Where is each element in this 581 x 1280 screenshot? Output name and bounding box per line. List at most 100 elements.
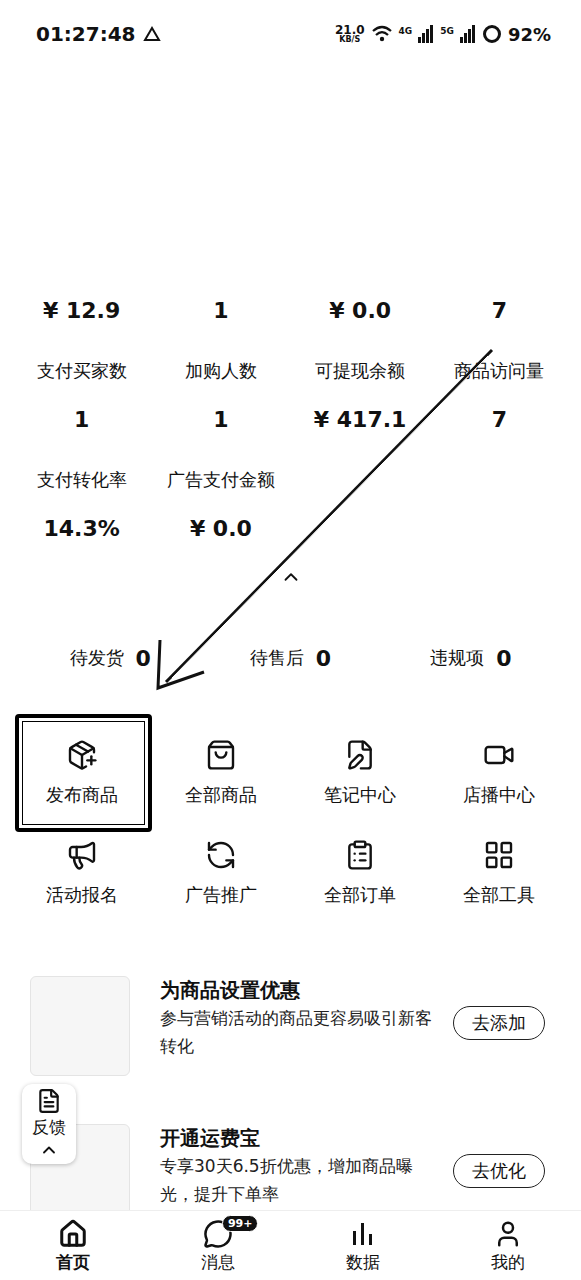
stat-cell[interactable]: ¥ 0.0: [291, 296, 430, 326]
stat-value: ¥ 0.0: [329, 296, 391, 326]
stat-value: 1: [213, 296, 228, 326]
card-button[interactable]: 去添加: [453, 1006, 545, 1040]
app-notification-icon: [142, 25, 162, 43]
stat-cell[interactable]: 7: [430, 296, 569, 326]
signal-icon: [460, 25, 476, 43]
stat-cell[interactable]: 广告支付金额 ¥ 0.0: [151, 468, 290, 544]
stat-label: 加购人数: [185, 359, 257, 383]
tool-item[interactable]: 活动报名: [12, 828, 151, 928]
tool-item[interactable]: 店播中心: [430, 728, 569, 828]
tool-icon: [204, 838, 238, 872]
tool-icon: [65, 838, 99, 872]
collapse-button[interactable]: [0, 566, 581, 588]
tool-label: 广告推广: [185, 882, 257, 908]
tool-icon: [482, 738, 516, 772]
tool-label: 店播中心: [463, 782, 535, 808]
tool-item[interactable]: 笔记中心: [291, 728, 430, 828]
card-body: 开通运费宝专享30天6.5折优惠，增加商品曝光，提升下单率去优化: [160, 1124, 545, 1208]
bottom-nav: 首页 消息99+数据我的: [0, 1210, 581, 1280]
pending-count: 0: [316, 646, 331, 671]
tool-item[interactable]: 全部商品: [151, 728, 290, 828]
chevron-up-icon: [280, 566, 302, 588]
pending-item[interactable]: 待发货 0: [20, 644, 200, 672]
stat-value: ¥ 12.9: [43, 296, 120, 326]
status-right: 21.0KB/S 4G 5G 92%: [335, 24, 551, 45]
tool-label: 活动报名: [46, 882, 118, 908]
network-5g: 5G: [440, 26, 454, 36]
pending-item[interactable]: 待售后 0: [200, 644, 380, 672]
tool-label: 全部订单: [324, 882, 396, 908]
pending-count: 0: [136, 646, 151, 671]
nav-item[interactable]: 数据: [291, 1211, 436, 1280]
stat-value: ¥ 417.1: [314, 405, 407, 435]
pending-label: 待售后: [250, 646, 304, 670]
pending-row: 待发货0待售后0违规项0: [0, 644, 581, 672]
tool-icon: [343, 738, 377, 772]
nav-label: 首页: [56, 1251, 90, 1273]
status-time: 01:27:48: [36, 22, 136, 46]
feedback-label: 反馈: [32, 1116, 66, 1138]
card-title: 为商品设置优惠: [160, 976, 545, 1004]
status-bar: 01:27:48 21.0KB/S 4G 5G 92%: [0, 0, 581, 68]
tool-item[interactable]: 全部订单: [291, 828, 430, 928]
stat-label: 广告支付金额: [167, 468, 275, 492]
tool-icon: [204, 738, 238, 772]
stat-cell[interactable]: 商品访问量7: [430, 359, 569, 435]
merchant-home: 01:27:48 21.0KB/S 4G 5G 92% ¥ 12.9 1 ¥ 0.0 7 支付买家…: [0, 0, 581, 1280]
card-description: 专享30天6.5折优惠，增加商品曝光，提升下单率: [160, 1152, 441, 1208]
stats-grid: ¥ 12.9 1 ¥ 0.0 7 支付买家数1 加购人数 1 可提现余额 ¥ 417.1 商品访问…: [0, 296, 581, 544]
feedback-button[interactable]: 反馈: [22, 1084, 76, 1164]
tool-icon: [482, 838, 516, 872]
promo-card: 开通运费宝专享30天6.5折优惠，增加商品曝光，提升下单率去优化: [0, 1124, 581, 1210]
stat-value: 14.3%: [43, 514, 119, 544]
stat-cell[interactable]: 可提现余额 ¥ 417.1: [291, 359, 430, 435]
network-4g: 4G: [399, 26, 413, 36]
tool-item[interactable]: 发布商品: [12, 728, 151, 828]
stat-label: 商品访问量: [454, 359, 544, 383]
content: 01:27:48 21.0KB/S 4G 5G 92% ¥ 12.9 1 ¥ 0.0 7 支付买家…: [0, 0, 581, 1210]
nav-item[interactable]: 首页: [0, 1211, 145, 1280]
stat-label: 可提现余额: [315, 359, 405, 383]
card-row: 参与营销活动的商品更容易吸引新客转化去添加: [160, 1004, 545, 1060]
card-image: [30, 976, 130, 1076]
stat-label: 支付转化率: [37, 468, 127, 492]
tool-icon: [343, 838, 377, 872]
stat-cell[interactable]: ¥ 12.9: [12, 296, 151, 326]
stat-value: 1: [213, 405, 228, 435]
card-body: 为商品设置优惠参与营销活动的商品更容易吸引新客转化去添加: [160, 976, 545, 1060]
chevron-up-icon: [39, 1140, 59, 1160]
tool-icon: [65, 738, 99, 772]
feedback-icon: [36, 1088, 62, 1114]
tool-label: 发布商品: [46, 782, 118, 808]
stat-cell[interactable]: 1: [151, 296, 290, 326]
nav-item[interactable]: 消息99+: [145, 1211, 290, 1280]
stat-cell[interactable]: 加购人数 1: [151, 359, 290, 435]
nav-badge: 99+: [222, 1215, 259, 1232]
battery-level: 92%: [508, 24, 551, 45]
home-icon: [58, 1219, 88, 1249]
status-left: 01:27:48: [36, 22, 162, 46]
nav-label: 我的: [491, 1251, 525, 1273]
tool-label: 笔记中心: [324, 782, 396, 808]
pending-count: 0: [496, 646, 511, 671]
tool-grid: 发布商品 全部商品 笔记中心 店播中心活动报名 广告推广 全部订单 全部工具: [0, 728, 581, 928]
pending-label: 待发货: [70, 646, 124, 670]
data-chart-icon: [348, 1219, 378, 1249]
tool-item[interactable]: 全部工具: [430, 828, 569, 928]
wifi-icon: [371, 25, 393, 43]
annotation-arrow-icon: [0, 0, 581, 1280]
stat-cell[interactable]: 支付买家数1: [12, 359, 151, 435]
signal-icon: [418, 25, 434, 43]
tool-label: 全部工具: [463, 882, 535, 908]
stat-value: 7: [492, 296, 507, 326]
stat-value: ¥ 0.0: [190, 514, 252, 544]
pending-item[interactable]: 违规项0: [381, 644, 561, 672]
card-button[interactable]: 去优化: [453, 1154, 545, 1188]
promo-card: 为商品设置优惠参与营销活动的商品更容易吸引新客转化去添加: [0, 976, 581, 1076]
network-speed: 21.0KB/S: [335, 24, 365, 44]
stat-cell[interactable]: 支付转化率 14.3%: [12, 468, 151, 544]
tool-item[interactable]: 广告推广: [151, 828, 290, 928]
stat-label: 支付买家数: [37, 359, 127, 383]
nav-item[interactable]: 我的: [436, 1211, 581, 1280]
tool-label: 全部商品: [185, 782, 257, 808]
